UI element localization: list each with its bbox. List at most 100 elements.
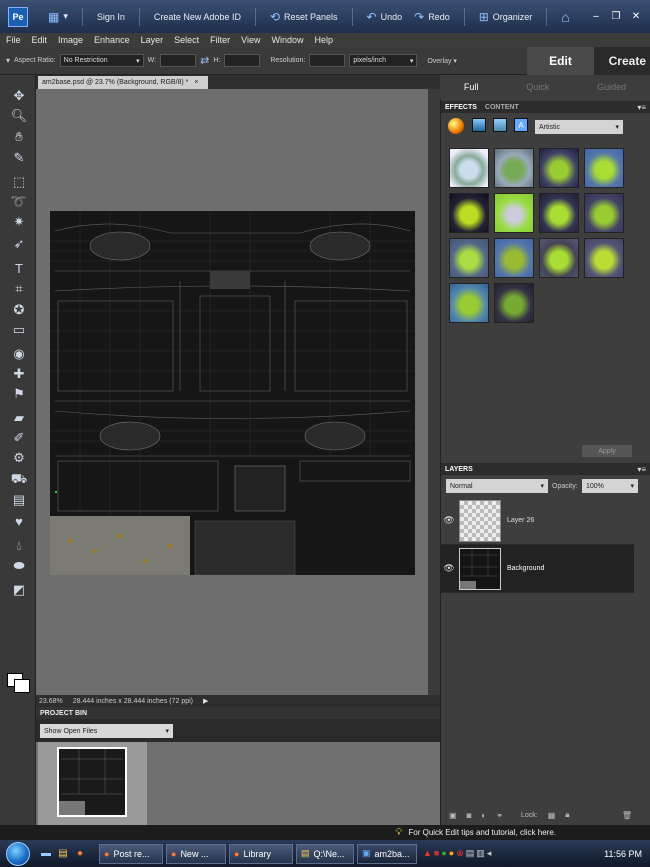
effect-thumbnail[interactable] <box>539 148 579 188</box>
height-input[interactable] <box>224 54 261 67</box>
resolution-unit-select[interactable]: pixels/inch ▾ <box>349 54 418 67</box>
menu-help[interactable]: Help <box>314 35 333 45</box>
filters-icon[interactable] <box>448 118 464 134</box>
menu-select[interactable]: Select <box>174 35 199 45</box>
lock-transparent-icon[interactable]: ▦ <box>548 811 556 820</box>
redo-button[interactable]: ↷ Redo <box>408 10 456 24</box>
document-tab[interactable]: am2base.psd @ 23.7% (Background, RGB/8) … <box>38 76 208 89</box>
menu-enhance[interactable]: Enhance <box>94 35 130 45</box>
start-button[interactable] <box>0 840 36 867</box>
lasso-tool-icon[interactable]: ➰ <box>9 193 29 211</box>
effect-thumbnail[interactable] <box>584 148 624 188</box>
visibility-eye-icon[interactable]: 👁︎ <box>441 563 457 574</box>
project-bin-thumbnail[interactable] <box>57 747 127 817</box>
effect-thumbnail[interactable] <box>539 193 579 233</box>
custom-shape-tool-icon[interactable]: ♥ <box>9 512 29 530</box>
menu-view[interactable]: View <box>241 35 260 45</box>
taskbar-button[interactable]: ▤ Q:\Ne... <box>296 843 354 864</box>
move-tool-icon[interactable]: ✥ <box>9 87 29 105</box>
close-icon[interactable]: × <box>194 79 198 86</box>
canvas-vertical-scrollbar[interactable] <box>428 89 440 695</box>
quick-edit-tips-link[interactable]: For Quick Edit tips and tutorial, click … <box>408 828 556 837</box>
volume-icon[interactable]: ◂ <box>487 848 492 859</box>
effect-thumbnail[interactable] <box>539 238 579 278</box>
cookie-cutter-tool-icon[interactable]: ✪ <box>9 301 29 319</box>
opacity-input[interactable]: 100% ▾ <box>582 479 638 493</box>
link-layers-icon[interactable]: ⚭ <box>496 811 503 820</box>
tab-effects[interactable]: EFFECTS <box>441 102 481 113</box>
background-color-swatch[interactable] <box>14 679 30 693</box>
menu-file[interactable]: File <box>6 35 21 45</box>
maximize-icon[interactable]: ❐ <box>606 11 626 22</box>
photo-effects-icon[interactable] <box>493 118 507 132</box>
network-icon[interactable]: ▥ <box>476 848 485 859</box>
effects-category-select[interactable]: Artistic ▾ <box>535 120 623 134</box>
effect-thumbnail[interactable] <box>449 283 489 323</box>
straighten-tool-icon[interactable]: ▭ <box>9 321 29 339</box>
effect-thumbnail[interactable] <box>449 238 489 278</box>
layer-row[interactable]: 👁︎ Layer 26 <box>441 497 634 545</box>
acrobat-tray-icon[interactable]: ▲ <box>423 848 432 859</box>
layer-row-selected[interactable]: 👁︎ Background <box>441 545 634 593</box>
apply-effect-button[interactable]: Apply <box>582 445 632 457</box>
eraser-tool-icon[interactable]: ▰ <box>9 409 29 427</box>
type-tool-icon[interactable]: T <box>9 259 29 277</box>
menu-layer[interactable]: Layer <box>141 35 164 45</box>
document-canvas[interactable] <box>50 211 415 575</box>
tab-content[interactable]: CONTENT <box>481 102 523 113</box>
home-button[interactable]: ⌂ <box>555 9 575 25</box>
taskbar-button-active[interactable]: ▣ am2ba... <box>357 843 417 864</box>
quick-selection-tool-icon[interactable]: ➶ <box>9 235 29 253</box>
width-input[interactable] <box>160 54 197 67</box>
visibility-eye-icon[interactable]: 👁︎ <box>441 515 457 526</box>
organizer-button[interactable]: ⊞ Organizer <box>473 10 539 24</box>
menu-filter[interactable]: Filter <box>210 35 230 45</box>
tab-layers[interactable]: LAYERS <box>441 464 477 475</box>
effect-thumbnail[interactable] <box>584 193 624 233</box>
tray-icon[interactable]: ● <box>449 848 454 859</box>
eyedropper-tool-icon[interactable]: ✎ <box>9 149 29 167</box>
hand-tool-icon[interactable]: ✋︎ <box>9 128 29 146</box>
healing-brush-tool-icon[interactable]: ✚ <box>9 365 29 383</box>
blur-tool-icon[interactable]: 💧︎ <box>9 537 29 555</box>
sponge-tool-icon[interactable]: ⬬ <box>9 557 29 575</box>
effect-thumbnail[interactable] <box>584 238 624 278</box>
effect-thumbnail[interactable] <box>449 193 489 233</box>
menu-edit[interactable]: Edit <box>32 35 48 45</box>
tab-quick[interactable]: Quick <box>526 82 549 92</box>
status-arrow-icon[interactable]: ▶ <box>203 697 208 705</box>
tab-guided[interactable]: Guided <box>597 82 626 92</box>
mode-create-tab[interactable]: Create <box>594 47 650 75</box>
lock-all-icon[interactable]: 🔒︎ <box>565 810 569 820</box>
menu-window[interactable]: Window <box>271 35 303 45</box>
taskbar-button[interactable]: ● New ... <box>166 843 226 864</box>
effect-thumbnail[interactable] <box>494 238 534 278</box>
brush-tool-icon[interactable]: ✐ <box>9 429 29 447</box>
delete-layer-icon[interactable]: 🗑︎ <box>622 811 650 820</box>
resolution-input[interactable] <box>309 54 346 67</box>
panel-menu-icon[interactable]: ▾≡ <box>637 465 650 474</box>
panel-menu-icon[interactable]: ▾≡ <box>637 103 650 112</box>
reset-panels-button[interactable]: ⟲ Reset Panels <box>264 10 344 24</box>
tray-icon[interactable]: ▤ <box>466 848 475 859</box>
zoom-tool-icon[interactable]: 🔍︎ <box>9 107 29 125</box>
tray-icon[interactable]: ■ <box>434 848 439 859</box>
aspect-ratio-select[interactable]: No Restriction ▾ <box>59 54 144 67</box>
project-bin-dropdown[interactable]: Show Open Files ▾ <box>40 724 173 738</box>
taskbar-button[interactable]: ● Library <box>229 843 293 864</box>
marquee-tool-icon[interactable]: ⬚ <box>9 173 29 191</box>
tab-full[interactable]: Full <box>464 82 479 92</box>
new-layer-icon[interactable]: ▣ <box>449 811 457 820</box>
explorer-icon[interactable]: ▤ <box>56 847 70 861</box>
blend-mode-select[interactable]: Normal ▾ <box>446 479 548 493</box>
effect-thumbnail[interactable] <box>494 283 534 323</box>
gradient-tool-icon[interactable]: ▤ <box>9 491 29 509</box>
close-icon[interactable]: ✕ <box>626 11 646 22</box>
clone-stamp-tool-icon[interactable]: ⚑ <box>9 385 29 403</box>
firefox-icon[interactable]: ● <box>73 847 87 861</box>
minimize-icon[interactable]: – <box>586 11 606 22</box>
tool-preset-icon[interactable]: ▾ <box>6 56 10 65</box>
red-eye-tool-icon[interactable]: ◉ <box>9 345 29 363</box>
default-colors-icon[interactable]: ◩ <box>9 581 29 599</box>
show-desktop-icon[interactable]: ▬ <box>39 847 53 861</box>
